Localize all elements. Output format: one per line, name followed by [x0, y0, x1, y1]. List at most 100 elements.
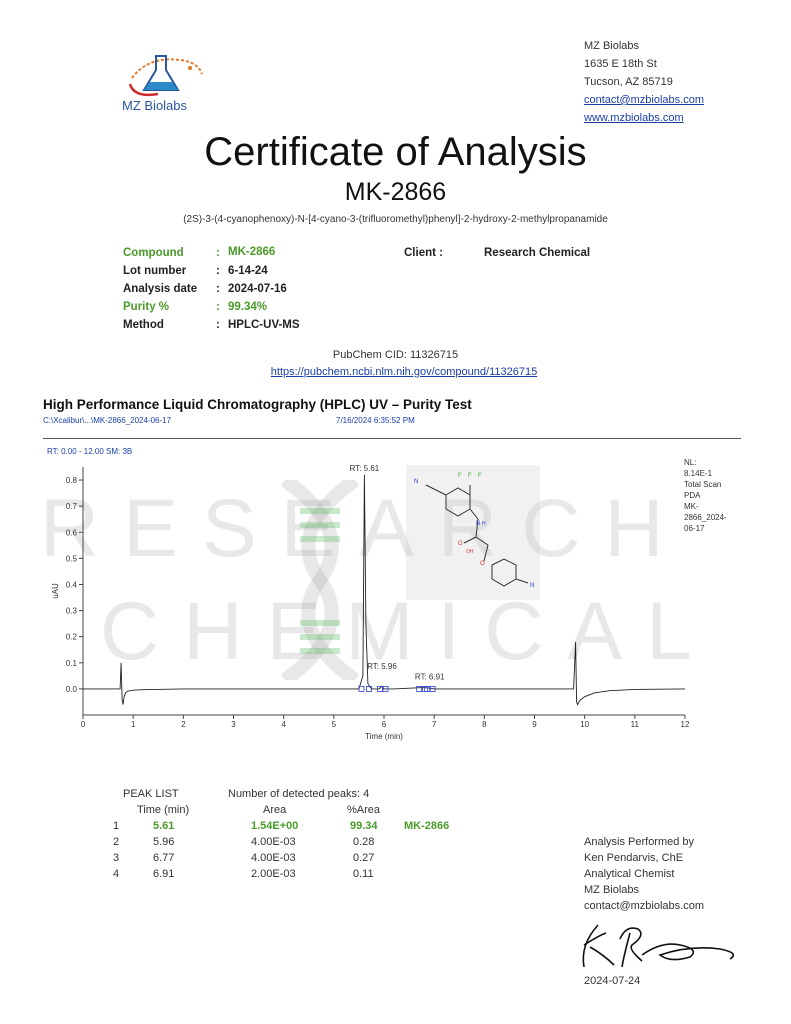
compound-label: Compound	[123, 247, 184, 259]
nl-line: MK-	[684, 502, 699, 511]
purity-label: Purity %	[123, 301, 170, 313]
y-tick-label: 0.3	[66, 607, 78, 616]
date-label: Analysis date	[123, 283, 198, 295]
nl-line: 8.14E-1	[684, 469, 713, 478]
nl-line: NL:	[684, 458, 697, 467]
peak-compound: MK-2866	[404, 820, 450, 832]
y-tick-label: 0.2	[66, 633, 78, 642]
peak-time: 5.96	[153, 836, 175, 848]
peak-list-title: PEAK LIST	[123, 788, 179, 800]
integration-marker	[416, 685, 423, 692]
colon: :	[216, 301, 220, 313]
x-axis-label: Time (min)	[365, 732, 403, 741]
y-tick-label: 0.4	[66, 580, 78, 589]
y-tick-label: 0.6	[66, 528, 78, 537]
peak-label: RT: 6.91	[415, 673, 445, 682]
website-link[interactable]: www.mzbiolabs.com	[584, 112, 684, 124]
peak-time: 5.61	[153, 820, 175, 832]
nl-line: PDA	[684, 491, 701, 500]
x-tick-label: 0	[81, 720, 86, 729]
colon: :	[216, 265, 220, 277]
address-street: 1635 E 18th St	[584, 58, 657, 70]
x-tick-label: 5	[332, 720, 337, 729]
peak-label: RT: 5.61	[350, 464, 380, 473]
logo-text: MZ Biolabs	[122, 98, 188, 113]
x-tick-label: 2	[181, 720, 186, 729]
integration-marker	[422, 685, 429, 692]
signature-icon	[582, 924, 735, 968]
file-path: C:\Xcalibur\...\MK-2866_2024-06-17	[43, 416, 172, 425]
page-title: Certificate of Analysis	[204, 130, 587, 174]
peak-index: 1	[113, 820, 120, 832]
client-value: Research Chemical	[484, 247, 591, 259]
company-address: MZ Biolabs 1635 E 18th St Tucson, AZ 857…	[584, 37, 704, 127]
peak-pct: 0.11	[353, 868, 374, 880]
lot-value: 6-14-24	[228, 265, 268, 277]
y-tick-label: 0.5	[66, 554, 78, 563]
peak-header-time: Time (min)	[137, 804, 190, 816]
nl-line: 2866_2024-	[684, 513, 727, 522]
x-tick-label: 3	[231, 720, 236, 729]
peak-area: 4.00E-03	[251, 836, 296, 848]
peak-header-pct: %Area	[347, 804, 381, 816]
peak-pct: 99.34	[350, 820, 378, 832]
address-company: MZ Biolabs	[584, 40, 640, 52]
divider	[43, 438, 741, 439]
peak-header-area: Area	[263, 804, 287, 816]
peak-area: 1.54E+00	[251, 820, 299, 832]
x-tick-label: 10	[580, 720, 589, 729]
pubchem-link[interactable]: https://pubchem.ncbi.nlm.nih.gov/compoun…	[271, 366, 537, 378]
peak-index: 3	[113, 852, 120, 864]
peak-area: 2.00E-03	[251, 868, 296, 880]
colon: :	[216, 247, 220, 259]
peak-area: 4.00E-03	[251, 852, 296, 864]
colon: :	[216, 319, 220, 331]
x-tick-label: 8	[482, 720, 487, 729]
x-tick-label: 1	[131, 720, 136, 729]
hplc-chromatogram: 0 1 2 3 4 5 6 7 8 9 10 11 120.00.10.20.30.40.50.60.7…	[51, 464, 690, 741]
peak-time: 6.77	[153, 852, 175, 864]
peak-time: 6.91	[153, 868, 175, 880]
date-value: 2024-07-16	[228, 283, 287, 295]
colon: :	[216, 283, 220, 295]
y-tick-label: 0.0	[66, 685, 78, 694]
product-name: MK-2866	[344, 178, 447, 206]
analyst-company: MZ Biolabs	[584, 884, 640, 896]
analyst-block: Analysis Performed by Ken Pendarvis, ChE…	[584, 834, 704, 914]
nl-line: Total Scan	[684, 480, 722, 489]
y-axis-label: uAU	[51, 583, 60, 599]
pubchem-cid: PubChem CID: 11326715	[332, 349, 459, 361]
peak-label: RT: 5.96	[367, 662, 397, 671]
peak-index: 2	[113, 836, 120, 848]
analyst-name: Ken Pendarvis, ChE	[584, 852, 684, 864]
email-link[interactable]: contact@mzbiolabs.com	[584, 94, 704, 106]
x-tick-label: 6	[382, 720, 387, 729]
x-tick-label: 7	[432, 720, 437, 729]
y-tick-label: 0.1	[66, 659, 78, 668]
peak-index: 4	[113, 868, 120, 880]
client-label: Client :	[404, 247, 443, 259]
hplc-section-title: High Performance Liquid Chromatography (…	[43, 397, 472, 412]
analyst-email: contact@mzbiolabs.com	[584, 900, 704, 912]
integration-marker	[424, 685, 431, 692]
y-tick-label: 0.7	[66, 502, 78, 511]
analyst-line: Analysis Performed by	[584, 836, 695, 848]
x-tick-label: 12	[681, 720, 690, 729]
peak-count: Number of detected peaks: 4	[228, 788, 370, 800]
peak-pct: 0.27	[353, 852, 375, 864]
lot-label: Lot number	[123, 265, 187, 277]
y-tick-label: 0.8	[66, 476, 78, 485]
address-city: Tucson, AZ 85719	[584, 76, 673, 88]
purity-value: 99.34%	[228, 301, 268, 313]
nl-info: NL: 8.14E-1 Total Scan PDA MK- 2866_2024…	[684, 457, 727, 534]
compound-value: MK-2866	[228, 246, 276, 258]
x-tick-label: 11	[631, 720, 640, 729]
iupac-name: (2S)-3-(4-cyanophenoxy)-N-[4-cyano-3-(tr…	[183, 214, 608, 225]
file-date: 7/16/2024 6:35:52 PM	[336, 416, 415, 425]
analyst-title: Analytical Chemist	[584, 868, 675, 880]
method-label: Method	[123, 319, 164, 331]
x-tick-label: 9	[532, 720, 537, 729]
x-tick-label: 4	[281, 720, 286, 729]
method-value: HPLC-UV-MS	[228, 319, 300, 331]
peak-pct: 0.28	[353, 836, 375, 848]
